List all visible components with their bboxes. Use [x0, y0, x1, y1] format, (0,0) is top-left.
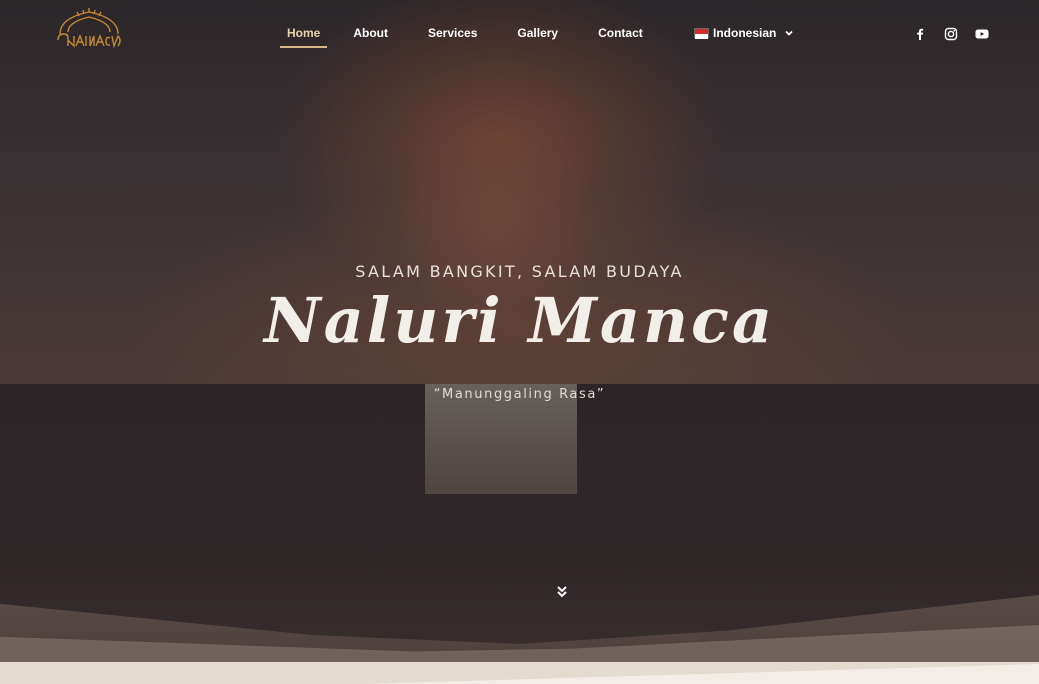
- double-chevron-down-icon[interactable]: [555, 585, 569, 599]
- hero-subtitle: “Manunggaling Rasa”: [433, 387, 606, 402]
- hero-title: Naluri Manca: [263, 284, 776, 357]
- youtube-icon[interactable]: [975, 27, 989, 41]
- nav-gallery[interactable]: Gallery: [517, 22, 558, 46]
- instagram-icon[interactable]: [944, 27, 958, 41]
- hero-tagline: SALAM BANGKIT, SALAM BUDAYA: [355, 262, 684, 281]
- language-selector[interactable]: Indonesian: [694, 26, 794, 40]
- site-logo[interactable]: [54, 8, 124, 50]
- language-label: Indonesian: [713, 26, 777, 40]
- main-nav: Home About Services Gallery Contact: [280, 22, 683, 48]
- nav-services[interactable]: Services: [428, 22, 477, 46]
- nav-about[interactable]: About: [353, 22, 388, 46]
- chevron-down-icon: [785, 30, 793, 36]
- facebook-icon[interactable]: [913, 27, 927, 41]
- nav-home[interactable]: Home: [280, 22, 328, 48]
- indonesia-flag-icon: [694, 28, 709, 39]
- nav-contact[interactable]: Contact: [598, 22, 643, 46]
